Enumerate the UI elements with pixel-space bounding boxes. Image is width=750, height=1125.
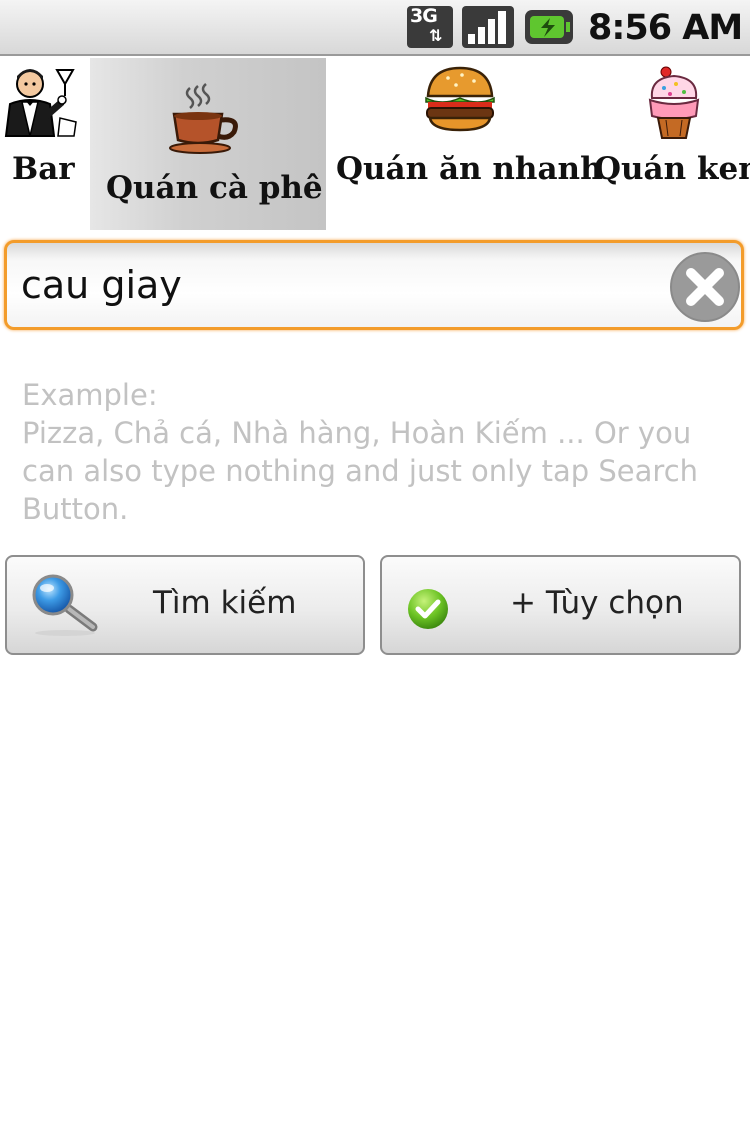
search-button[interactable]: Tìm kiếm (5, 555, 365, 655)
search-hint: Example: Pizza, Chả cá, Nhà hàng, Hoàn K… (22, 376, 722, 528)
search-field[interactable] (4, 240, 744, 330)
signal-icon (462, 6, 514, 48)
options-button[interactable]: + Tùy chọn (380, 555, 741, 655)
check-icon (408, 589, 448, 629)
search-input[interactable] (21, 255, 661, 315)
battery-charging-icon (525, 10, 573, 44)
status-bar: 3G ⇅ 8:56 AM (0, 0, 750, 56)
clear-icon[interactable] (669, 251, 741, 323)
bartender-icon (4, 69, 77, 137)
3g-icon: 3G ⇅ (407, 5, 453, 48)
category-ice-cream[interactable]: Quán kem (594, 58, 750, 230)
category-coffee[interactable]: Quán cà phê (90, 58, 326, 230)
category-label: Quán kem (594, 151, 750, 187)
hint-line: can also type nothing and just only tap … (22, 454, 699, 488)
options-button-label: + Tùy chọn (510, 585, 684, 621)
hint-line: Pizza, Chả cá, Nhà hàng, Hoàn Kiếm ... O… (22, 416, 692, 450)
hint-line: Button. (22, 492, 129, 526)
clock-time: 8:56 AM (588, 8, 743, 48)
hint-title: Example: (22, 378, 158, 412)
category-bar[interactable]: Bar (0, 58, 86, 230)
search-icon (32, 574, 98, 636)
burger-icon (425, 66, 495, 132)
category-fast-food[interactable]: Quán ăn nhanh (330, 58, 603, 230)
category-label: Bar (12, 151, 75, 187)
network-label: 3G (410, 5, 438, 27)
coffee-cup-icon (169, 83, 238, 154)
category-label: Quán ăn nhanh (336, 151, 603, 187)
ice-cream-icon (648, 66, 700, 139)
category-strip[interactable]: Bar Quán cà phê Quán ăn nhanh Quán ke (0, 56, 750, 232)
category-label: Quán cà phê (106, 170, 323, 206)
search-button-label: Tìm kiếm (153, 585, 297, 621)
